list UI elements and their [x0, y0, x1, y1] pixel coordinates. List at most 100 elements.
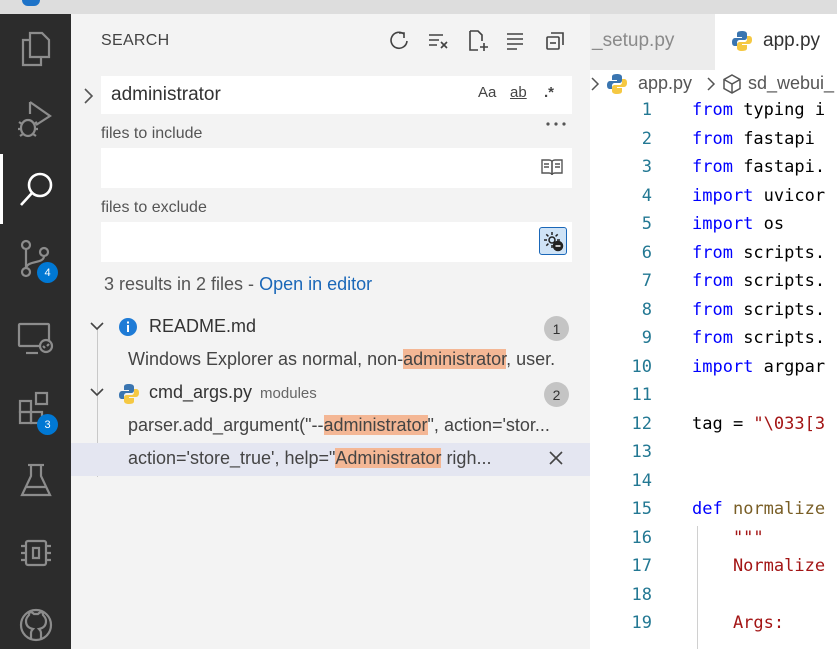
- code-token: import: [692, 214, 754, 234]
- code-line[interactable]: from typing i: [692, 100, 825, 120]
- toggle-replace-button[interactable]: [79, 84, 97, 108]
- use-exclude-settings-toggle[interactable]: [539, 227, 567, 255]
- line-number: 12: [631, 413, 652, 434]
- code-line[interactable]: from fastapi: [692, 129, 825, 149]
- breadcrumb: app.py sd_webui_: [590, 70, 837, 98]
- line-number: 9: [641, 328, 652, 348]
- match-text: Windows Explorer as normal, non-administ…: [128, 349, 555, 370]
- flask-icon: [19, 463, 52, 497]
- result-file-readme[interactable]: README.md 1: [71, 311, 590, 344]
- code-line[interactable]: from scripts.: [692, 243, 825, 263]
- code-line[interactable]: tag = "\033[3: [692, 414, 825, 434]
- code-token: from: [692, 157, 733, 177]
- chip-icon: [20, 539, 51, 567]
- result-file-cmd-args[interactable]: cmd_args.py modules 2: [71, 377, 590, 410]
- regex-toggle[interactable]: .*: [544, 84, 554, 101]
- close-icon: [549, 451, 563, 465]
- line-number: 18: [631, 584, 652, 605]
- github-icon: [19, 608, 52, 642]
- search-input[interactable]: administrator Aa ab .*: [101, 76, 572, 114]
- code-token: os: [753, 214, 785, 234]
- files-icon: [21, 31, 50, 67]
- activity-github[interactable]: [0, 590, 71, 660]
- code-line[interactable]: """: [692, 528, 764, 548]
- activity-remote-explorer[interactable]: [0, 304, 71, 374]
- editor-tabs: _setup.py app.py: [590, 14, 837, 70]
- search-open-editors-toggle[interactable]: [541, 157, 563, 181]
- view-as-tree-button[interactable]: [502, 28, 528, 54]
- sidebar-title: SEARCH: [101, 32, 170, 49]
- tab-setup[interactable]: _setup.py: [590, 14, 715, 70]
- code-line[interactable]: from scripts.: [692, 300, 825, 320]
- code-token: scripts.: [732, 242, 826, 263]
- code-token: from: [692, 299, 733, 320]
- activity-bar: 4 3: [0, 14, 71, 649]
- line-number: 7: [641, 271, 652, 291]
- result-file-name: cmd_args.py: [149, 382, 253, 402]
- tab-app[interactable]: app.py: [715, 14, 837, 70]
- breadcrumb-symbol[interactable]: sd_webui_: [748, 73, 834, 94]
- code-line[interactable]: from scripts.: [692, 328, 825, 348]
- collapse-all-icon: [546, 32, 564, 50]
- tab-label: _setup.py: [592, 30, 675, 51]
- result-match-row[interactable]: parser.add_argument("--administrator", a…: [71, 410, 590, 443]
- activity-chip[interactable]: [0, 518, 71, 588]
- match-highlight: administrator: [323, 415, 428, 435]
- new-search-editor-button[interactable]: [465, 28, 491, 54]
- result-match-row[interactable]: Windows Explorer as normal, non-administ…: [71, 344, 590, 377]
- line-number: 5: [641, 214, 652, 234]
- list-icon: [507, 33, 523, 50]
- app-logo: [22, 0, 40, 6]
- line-number: 1: [641, 100, 652, 120]
- activity-source-control[interactable]: 4: [0, 224, 71, 294]
- line-number: 14: [631, 470, 652, 491]
- code-line[interactable]: from fastapi.: [692, 157, 825, 177]
- code-line[interactable]: import uvicor: [692, 186, 825, 206]
- activity-run-debug[interactable]: [0, 84, 71, 154]
- line-number: 8: [641, 299, 652, 320]
- code-line[interactable]: def normalize: [692, 499, 825, 519]
- settings-gear-icon: [544, 232, 564, 252]
- activity-search[interactable]: [0, 154, 71, 224]
- symbol-class-icon: [723, 74, 741, 94]
- refresh-button[interactable]: [386, 28, 412, 54]
- code-token: typing i: [732, 100, 826, 120]
- files-to-exclude-input[interactable]: [101, 222, 572, 262]
- code-line[interactable]: Normalize: [692, 556, 825, 576]
- result-file-label: cmd_args.py modules: [149, 382, 317, 403]
- toggle-search-details-button[interactable]: [545, 116, 567, 130]
- code-line[interactable]: import os: [692, 214, 784, 234]
- python-icon: [607, 74, 627, 94]
- match-highlight: administrator: [403, 349, 507, 369]
- match-highlight: Administrator: [335, 448, 442, 468]
- remote-explorer-icon: [17, 322, 53, 355]
- result-count-badge: 2: [544, 382, 569, 407]
- code-token: import: [692, 185, 754, 206]
- match-before: parser.add_argument("--: [128, 415, 324, 435]
- search-input-value: administrator: [111, 84, 221, 105]
- code-line[interactable]: Args:: [692, 613, 784, 633]
- code-token: Args:: [692, 613, 785, 633]
- line-number: 17: [631, 556, 652, 576]
- files-to-include-input[interactable]: [101, 148, 572, 188]
- book-icon: [541, 159, 563, 176]
- activity-extensions[interactable]: 3: [0, 374, 71, 444]
- result-file-dir: modules: [260, 385, 317, 402]
- code-line[interactable]: import argpar: [692, 357, 825, 377]
- results-summary: 3 results in 2 files - Open in editor: [104, 274, 372, 295]
- collapse-all-button[interactable]: [542, 28, 568, 54]
- result-match-row-selected[interactable]: action='store_true', help="Administrator…: [71, 443, 590, 476]
- breadcrumb-file[interactable]: app.py: [638, 73, 692, 94]
- activity-explorer[interactable]: [0, 14, 71, 84]
- clear-results-button[interactable]: [425, 28, 451, 54]
- open-in-editor-link[interactable]: Open in editor: [259, 274, 372, 294]
- code-line[interactable]: from scripts.: [692, 271, 825, 291]
- match-case-toggle[interactable]: Aa: [478, 84, 496, 101]
- whole-word-toggle[interactable]: ab: [510, 84, 527, 101]
- activity-testing[interactable]: [0, 446, 71, 516]
- dismiss-result-button[interactable]: [547, 448, 565, 473]
- code-token: import: [692, 356, 754, 377]
- match-after: righ...: [441, 448, 492, 468]
- chevron-right-icon: [707, 77, 716, 91]
